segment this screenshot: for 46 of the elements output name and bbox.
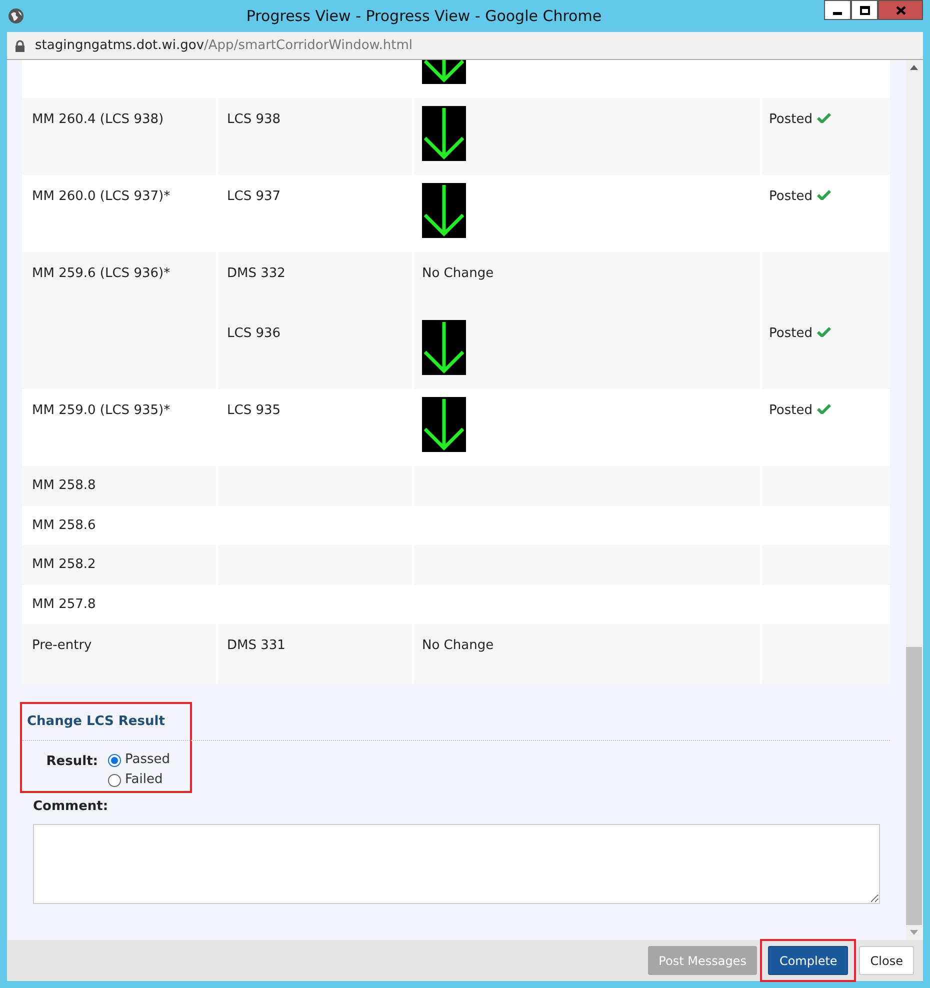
location-text: MM 258.8	[32, 477, 97, 495]
location-text: MM 258.2	[32, 556, 97, 574]
status-text: Posted	[769, 188, 812, 206]
scroll-up-icon[interactable]	[910, 65, 918, 70]
radio-option[interactable]: Passed	[108, 752, 170, 768]
result-label: Result:	[45, 752, 99, 770]
status-text: Posted	[769, 111, 812, 129]
message-text: No Change	[422, 265, 495, 283]
status-text: Posted	[769, 325, 812, 343]
scrollbar-thumb[interactable]	[906, 647, 922, 925]
status-text: Posted	[769, 402, 812, 420]
device-text: DMS 331	[227, 637, 286, 655]
maximize-icon	[860, 6, 870, 14]
location-text: MM 260.0 (LCS 937)*	[32, 188, 172, 206]
location-text: MM 257.8	[32, 596, 97, 614]
device-text: DMS 332	[227, 265, 286, 283]
location-text: MM 259.0 (LCS 935)*	[32, 402, 172, 420]
down-arrow-sign-icon	[422, 397, 466, 452]
minimize-icon	[833, 12, 842, 15]
location-text: MM 259.6 (LCS 936)*	[32, 265, 172, 283]
device-text: LCS 936	[227, 325, 282, 343]
down-arrow-sign-icon	[422, 320, 466, 375]
url-text: stagingngatms.dot.wi.gov/App/smartCorridorWindow.html	[35, 36, 412, 55]
globe-icon	[8, 8, 24, 24]
minimize-button[interactable]	[824, 0, 851, 20]
comment-field[interactable]	[33, 824, 880, 904]
close-icon	[896, 6, 906, 14]
location-text: MM 258.6	[32, 516, 97, 534]
device-text: LCS 938	[227, 111, 282, 129]
location-text: Pre-entry	[32, 637, 93, 655]
window-title: Progress View - Progress View - Google Chrome	[245, 6, 603, 27]
message-text: No Change	[422, 637, 495, 655]
footer-button[interactable]: Complete	[768, 946, 848, 975]
device-text: LCS 937	[227, 188, 282, 206]
down-arrow-sign-icon	[422, 106, 466, 161]
footer-button[interactable]: Close	[859, 946, 914, 975]
device-text: LCS 935	[227, 402, 282, 420]
section-title: Change LCS Result	[22, 712, 890, 740]
down-arrow-sign-icon	[422, 183, 466, 238]
location-text: MM 260.4 (LCS 938)	[32, 111, 165, 129]
comment-label: Comment:	[33, 798, 110, 816]
lock-icon	[15, 40, 25, 52]
radio-option[interactable]: Failed	[108, 772, 170, 788]
maximize-button[interactable]	[851, 0, 878, 20]
close-button[interactable]	[878, 0, 923, 20]
scrollbar[interactable]	[906, 60, 922, 940]
